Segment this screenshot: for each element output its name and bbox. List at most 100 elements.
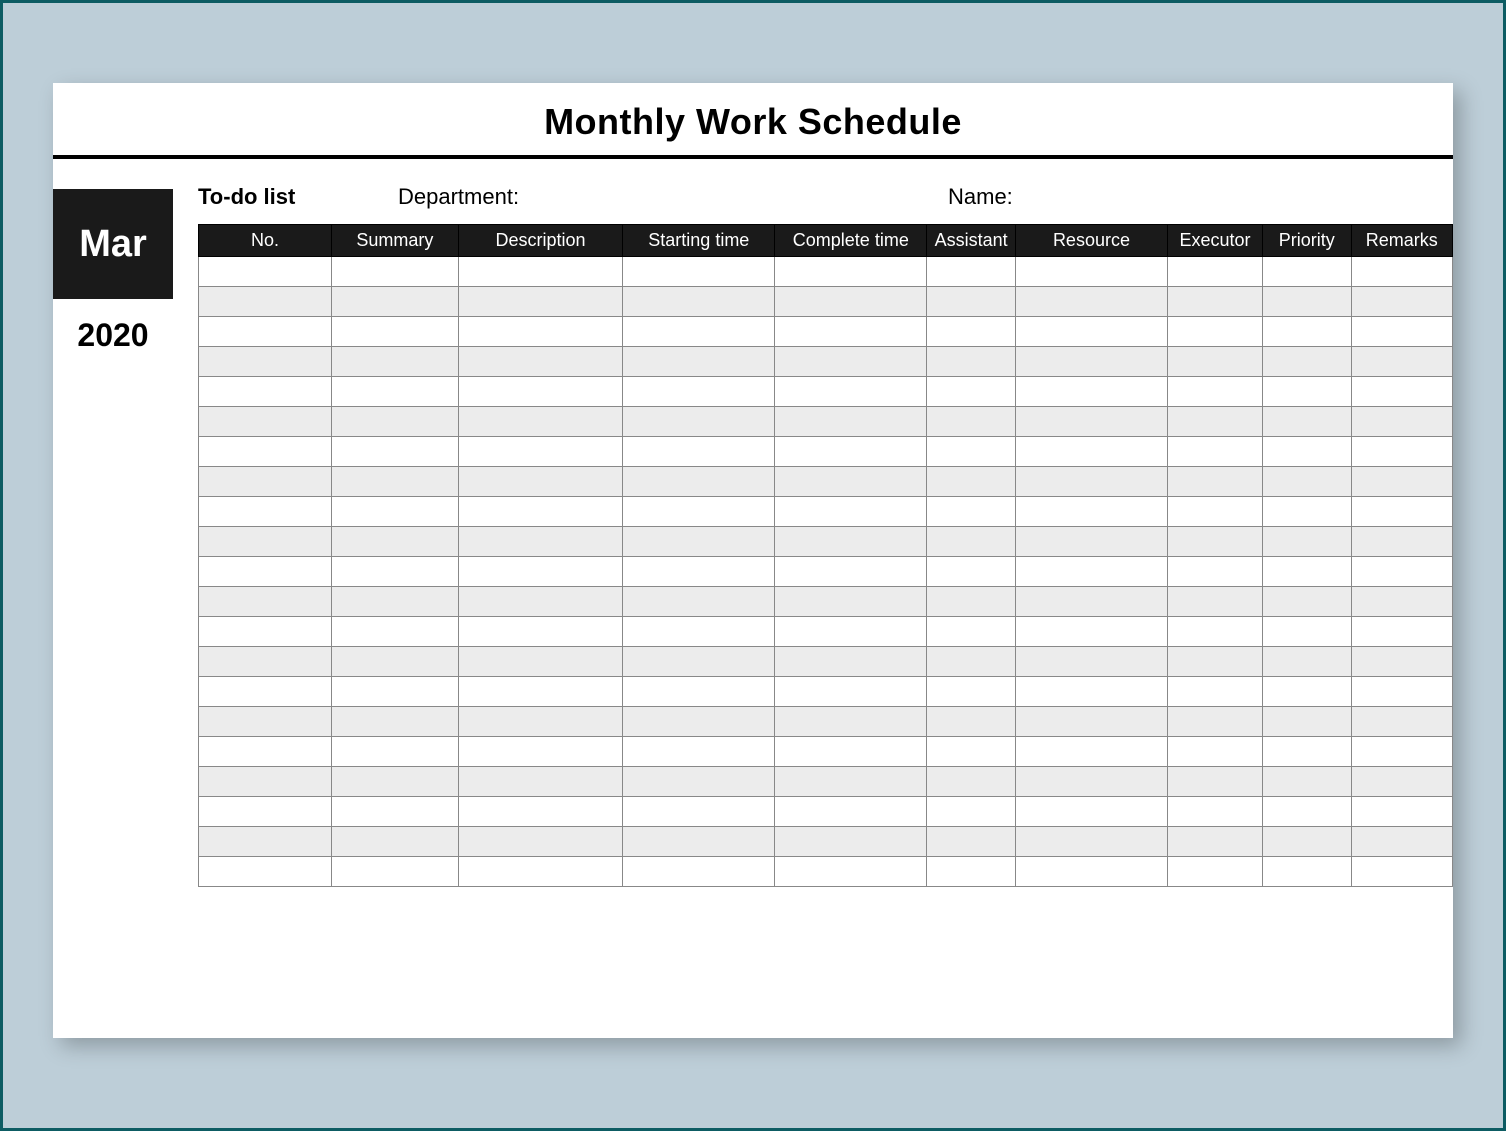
table-cell[interactable] [1167, 617, 1262, 647]
table-cell[interactable] [927, 377, 1016, 407]
table-cell[interactable] [1351, 737, 1452, 767]
table-row[interactable] [199, 827, 1453, 857]
table-row[interactable] [199, 497, 1453, 527]
table-cell[interactable] [332, 527, 459, 557]
table-cell[interactable] [1351, 497, 1452, 527]
table-cell[interactable] [199, 527, 332, 557]
table-cell[interactable] [1015, 287, 1167, 317]
table-cell[interactable] [1015, 677, 1167, 707]
table-cell[interactable] [1351, 467, 1452, 497]
table-cell[interactable] [332, 407, 459, 437]
table-cell[interactable] [1167, 857, 1262, 887]
table-cell[interactable] [1167, 287, 1262, 317]
table-cell[interactable] [1015, 707, 1167, 737]
table-cell[interactable] [1167, 677, 1262, 707]
table-cell[interactable] [458, 347, 623, 377]
table-cell[interactable] [458, 827, 623, 857]
table-cell[interactable] [623, 827, 775, 857]
table-cell[interactable] [332, 677, 459, 707]
table-row[interactable] [199, 527, 1453, 557]
table-cell[interactable] [199, 377, 332, 407]
table-cell[interactable] [1262, 407, 1351, 437]
table-cell[interactable] [199, 257, 332, 287]
table-cell[interactable] [1351, 677, 1452, 707]
table-cell[interactable] [1167, 797, 1262, 827]
table-row[interactable] [199, 707, 1453, 737]
table-cell[interactable] [332, 797, 459, 827]
table-cell[interactable] [1262, 737, 1351, 767]
table-cell[interactable] [332, 557, 459, 587]
table-cell[interactable] [199, 737, 332, 767]
table-cell[interactable] [332, 437, 459, 467]
table-cell[interactable] [1167, 827, 1262, 857]
table-cell[interactable] [623, 587, 775, 617]
table-row[interactable] [199, 407, 1453, 437]
table-cell[interactable] [1015, 317, 1167, 347]
table-cell[interactable] [623, 677, 775, 707]
table-cell[interactable] [1015, 437, 1167, 467]
table-cell[interactable] [1351, 857, 1452, 887]
table-cell[interactable] [332, 617, 459, 647]
table-cell[interactable] [1167, 767, 1262, 797]
table-cell[interactable] [1262, 647, 1351, 677]
table-cell[interactable] [1167, 317, 1262, 347]
table-cell[interactable] [1167, 647, 1262, 677]
table-cell[interactable] [332, 767, 459, 797]
table-row[interactable] [199, 737, 1453, 767]
table-cell[interactable] [458, 587, 623, 617]
table-cell[interactable] [332, 647, 459, 677]
table-cell[interactable] [927, 497, 1016, 527]
table-cell[interactable] [1262, 617, 1351, 647]
table-cell[interactable] [199, 707, 332, 737]
table-row[interactable] [199, 557, 1453, 587]
table-cell[interactable] [775, 257, 927, 287]
table-row[interactable] [199, 347, 1453, 377]
table-cell[interactable] [332, 377, 459, 407]
table-cell[interactable] [775, 857, 927, 887]
table-cell[interactable] [623, 377, 775, 407]
table-cell[interactable] [623, 527, 775, 557]
table-cell[interactable] [623, 497, 775, 527]
schedule-table[interactable]: No. Summary Description Starting time Co… [198, 224, 1453, 887]
table-cell[interactable] [775, 587, 927, 617]
table-cell[interactable] [1351, 707, 1452, 737]
table-cell[interactable] [1351, 647, 1452, 677]
table-cell[interactable] [1262, 797, 1351, 827]
table-cell[interactable] [927, 317, 1016, 347]
table-cell[interactable] [927, 767, 1016, 797]
table-cell[interactable] [458, 317, 623, 347]
table-row[interactable] [199, 587, 1453, 617]
table-cell[interactable] [775, 317, 927, 347]
table-cell[interactable] [1351, 257, 1452, 287]
table-cell[interactable] [927, 257, 1016, 287]
table-cell[interactable] [1167, 527, 1262, 557]
table-cell[interactable] [927, 467, 1016, 497]
table-cell[interactable] [458, 617, 623, 647]
table-cell[interactable] [199, 467, 332, 497]
table-cell[interactable] [1015, 797, 1167, 827]
table-cell[interactable] [1262, 527, 1351, 557]
table-cell[interactable] [458, 257, 623, 287]
table-cell[interactable] [623, 437, 775, 467]
table-cell[interactable] [458, 407, 623, 437]
table-cell[interactable] [927, 287, 1016, 317]
table-cell[interactable] [1262, 497, 1351, 527]
table-cell[interactable] [1015, 767, 1167, 797]
table-cell[interactable] [458, 767, 623, 797]
table-cell[interactable] [1351, 827, 1452, 857]
table-cell[interactable] [199, 557, 332, 587]
table-cell[interactable] [458, 467, 623, 497]
table-cell[interactable] [1167, 557, 1262, 587]
table-cell[interactable] [1262, 767, 1351, 797]
table-cell[interactable] [623, 347, 775, 377]
table-cell[interactable] [1351, 557, 1452, 587]
table-cell[interactable] [775, 407, 927, 437]
table-cell[interactable] [199, 437, 332, 467]
table-cell[interactable] [775, 617, 927, 647]
table-cell[interactable] [1351, 287, 1452, 317]
table-cell[interactable] [1351, 587, 1452, 617]
table-cell[interactable] [1167, 407, 1262, 437]
table-cell[interactable] [1262, 257, 1351, 287]
table-cell[interactable] [199, 347, 332, 377]
table-cell[interactable] [332, 257, 459, 287]
